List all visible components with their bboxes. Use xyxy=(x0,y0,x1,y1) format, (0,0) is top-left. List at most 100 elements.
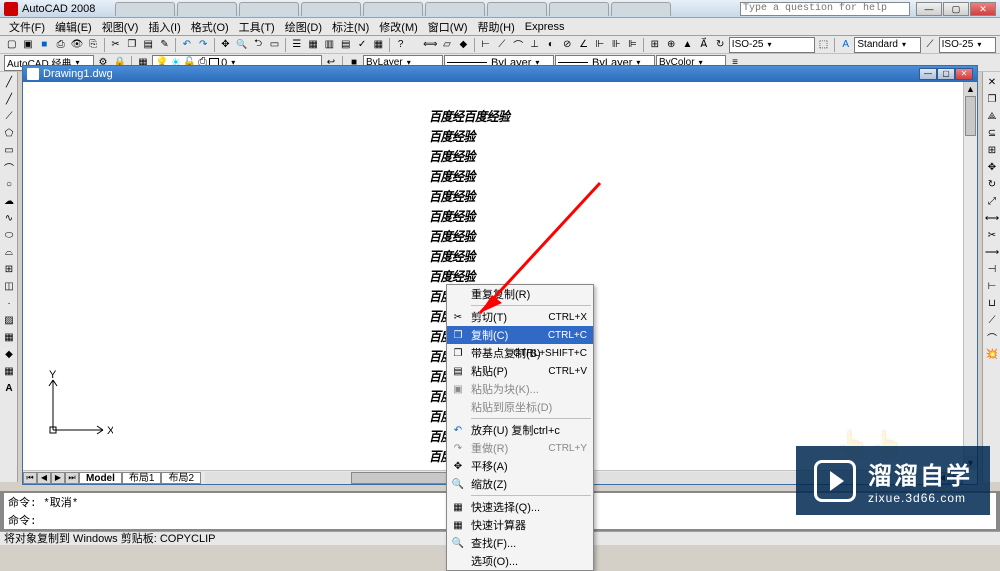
point-tool[interactable]: · xyxy=(1,295,17,311)
sheet-set-button[interactable]: ▤ xyxy=(338,37,353,53)
rectangle-tool[interactable]: ▭ xyxy=(1,142,17,158)
hatch-tool[interactable]: ▨ xyxy=(1,312,17,328)
browser-tab[interactable] xyxy=(549,2,609,16)
circle-tool[interactable]: ○ xyxy=(1,176,17,192)
array-tool[interactable]: ⊞ xyxy=(984,142,1000,158)
save-button[interactable] xyxy=(37,37,52,53)
ctx-zoom[interactable]: 🔍 缩放(Z) xyxy=(447,475,593,493)
mtext-tool[interactable]: A xyxy=(1,380,17,396)
area-button[interactable]: ▱ xyxy=(439,37,454,53)
menu-window[interactable]: 窗口(W) xyxy=(423,19,473,35)
drawing-text[interactable]: 百度经验 xyxy=(429,206,510,225)
text-style-button[interactable]: A xyxy=(838,37,853,53)
copy-button[interactable] xyxy=(124,37,139,53)
design-center-button[interactable]: ▦ xyxy=(305,37,320,53)
browser-tab[interactable] xyxy=(301,2,361,16)
drawing-text[interactable]: 百度经验 xyxy=(429,146,510,165)
ellipse-tool[interactable]: ⬭ xyxy=(1,227,17,243)
dim-quick-button[interactable]: ⊩ xyxy=(592,37,607,53)
gradient-tool[interactable]: ▦ xyxy=(1,329,17,345)
zoom-window-button[interactable]: ▭ xyxy=(267,37,282,53)
menu-file[interactable]: 文件(F) xyxy=(4,19,50,35)
zoom-realtime-button[interactable] xyxy=(234,37,249,53)
copy-tool[interactable]: ❐ xyxy=(984,91,1000,107)
dim-continue-button[interactable]: ⊫ xyxy=(625,37,640,53)
break-tool[interactable]: ⊢ xyxy=(984,278,1000,294)
ellipse-arc-tool[interactable]: ⌓ xyxy=(1,244,17,260)
polygon-tool[interactable]: ⬠ xyxy=(1,125,17,141)
layout-tab-model[interactable]: Model xyxy=(79,472,122,484)
dim-edit-button[interactable]: ▲ xyxy=(680,37,695,53)
extend-tool[interactable]: ⟶ xyxy=(984,244,1000,260)
ctx-find[interactable]: 🔍 查找(F)... xyxy=(447,534,593,552)
ctx-options[interactable]: 选项(O)... xyxy=(447,552,593,570)
doc-maximize-button[interactable]: ▢ xyxy=(937,68,955,80)
maximize-button[interactable]: ▢ xyxy=(943,2,969,16)
dim-style-combo[interactable]: ISO-25 xyxy=(729,37,815,53)
xline-tool[interactable]: ╱ xyxy=(1,91,17,107)
minimize-button[interactable]: — xyxy=(916,2,942,16)
spline-tool[interactable]: ∿ xyxy=(1,210,17,226)
line-tool[interactable]: ╱ xyxy=(1,74,17,90)
close-button[interactable]: ✕ xyxy=(970,2,996,16)
table-tool[interactable]: ▦ xyxy=(1,363,17,379)
break-point-tool[interactable]: ⊣ xyxy=(984,261,1000,277)
drawing-text[interactable]: 百度经验 xyxy=(429,166,510,185)
revcloud-tool[interactable]: ☁ xyxy=(1,193,17,209)
dim-linear-button[interactable]: ⊢ xyxy=(478,37,493,53)
scroll-thumb[interactable] xyxy=(965,96,976,136)
menu-insert[interactable]: 插入(I) xyxy=(143,19,185,35)
dim-baseline-button[interactable]: ⊪ xyxy=(609,37,624,53)
fillet-tool[interactable]: ⌒ xyxy=(984,329,1000,345)
new-button[interactable] xyxy=(4,37,19,53)
browser-tab[interactable] xyxy=(611,2,671,16)
dim-aligned-button[interactable]: ⟋ xyxy=(494,37,509,53)
calc-button[interactable]: ▦ xyxy=(371,37,386,53)
browser-tab[interactable] xyxy=(115,2,175,16)
ctx-copy[interactable]: ❐ 复制(C) CTRL+C xyxy=(447,326,593,344)
pan-button[interactable] xyxy=(218,37,233,53)
menu-format[interactable]: 格式(O) xyxy=(186,19,234,35)
drawing-text[interactable]: 百度经验 xyxy=(429,226,510,245)
drawing-text[interactable]: 百度经验 xyxy=(429,266,510,285)
dim-style2-button[interactable]: ⟋ xyxy=(922,37,937,53)
menu-help[interactable]: 帮助(H) xyxy=(473,19,520,35)
plot-button[interactable] xyxy=(53,37,68,53)
explode-tool[interactable]: 💥 xyxy=(984,346,1000,362)
layout-tab-1[interactable]: 布局1 xyxy=(122,472,162,484)
rotate-tool[interactable]: ↻ xyxy=(984,176,1000,192)
browser-tab[interactable] xyxy=(487,2,547,16)
drawing-text[interactable]: 百度经验 xyxy=(429,246,510,265)
tab-next-button[interactable]: ▶ xyxy=(51,472,65,484)
menu-tools[interactable]: 工具(T) xyxy=(234,19,280,35)
plot-preview-button[interactable]: 👁 xyxy=(69,37,84,53)
markup-button[interactable]: ✓ xyxy=(354,37,369,53)
make-block-tool[interactable]: ◫ xyxy=(1,278,17,294)
tolerance-button[interactable]: ⊞ xyxy=(647,37,662,53)
ctx-qcalc[interactable]: ▦ 快速计算器 xyxy=(447,516,593,534)
chamfer-tool[interactable]: ⟋ xyxy=(984,312,1000,328)
match-props-button[interactable]: ✎ xyxy=(157,37,172,53)
dim-style2-combo[interactable]: ISO-25 xyxy=(939,37,996,53)
menu-dimension[interactable]: 标注(N) xyxy=(327,19,374,35)
undo-button[interactable] xyxy=(179,37,194,53)
tab-prev-button[interactable]: ◀ xyxy=(37,472,51,484)
ctx-qselect[interactable]: ▦ 快速选择(Q)... xyxy=(447,498,593,516)
tab-first-button[interactable]: ⏮ xyxy=(23,472,37,484)
text-style-combo[interactable]: Standard xyxy=(854,37,921,53)
move-tool[interactable]: ✥ xyxy=(984,159,1000,175)
redo-button[interactable] xyxy=(196,37,211,53)
dim-tedit-button[interactable]: A⃗ xyxy=(696,37,711,53)
insert-block-tool[interactable]: ⊞ xyxy=(1,261,17,277)
drawing-text[interactable]: 百度经验 xyxy=(429,186,510,205)
tool-palettes-button[interactable]: ▥ xyxy=(322,37,337,53)
zoom-prev-button[interactable]: ⮌ xyxy=(250,37,265,53)
dim-ordinate-button[interactable]: ⊥ xyxy=(527,37,542,53)
browser-tab[interactable] xyxy=(239,2,299,16)
ctx-undo[interactable]: ↶ 放弃(U) 复制ctrl+c xyxy=(447,421,593,439)
ctx-paste[interactable]: ▤ 粘贴(P) CTRL+V xyxy=(447,362,593,380)
trim-tool[interactable]: ✂ xyxy=(984,227,1000,243)
browser-tab[interactable] xyxy=(425,2,485,16)
dim-radius-button[interactable]: ◐ xyxy=(543,37,558,53)
menu-modify[interactable]: 修改(M) xyxy=(374,19,423,35)
